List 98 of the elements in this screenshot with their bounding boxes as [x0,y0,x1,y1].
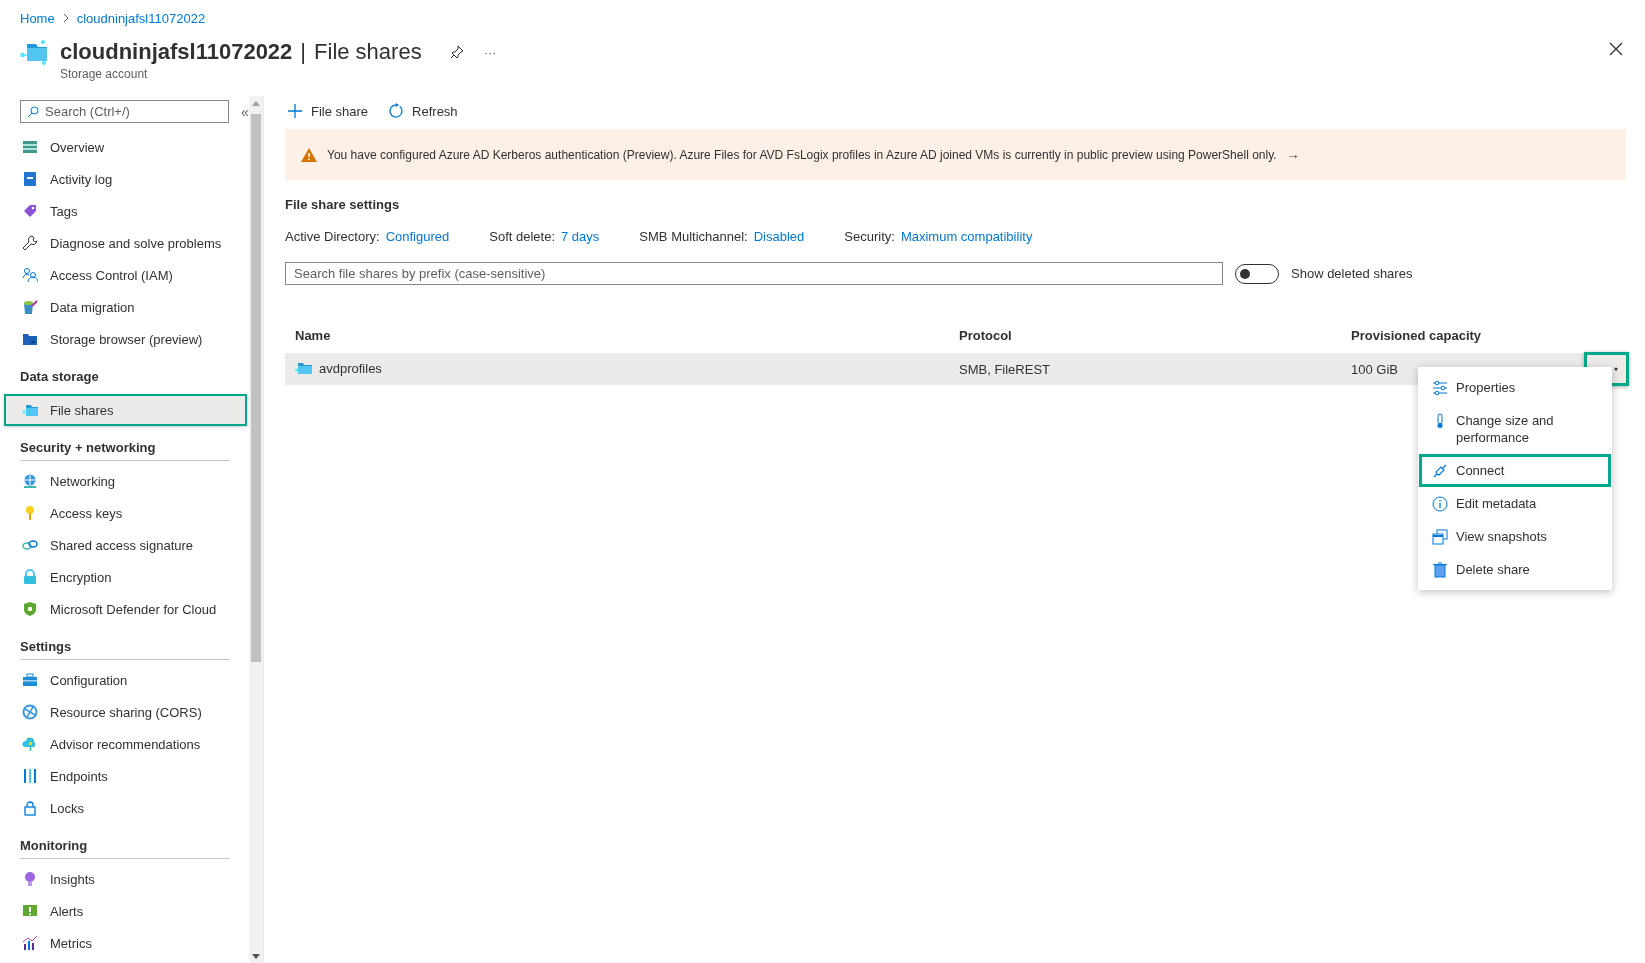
nav-item[interactable]: Locks [4,792,248,824]
log-icon [22,171,38,187]
warning-icon [301,147,317,162]
scroll-down-icon[interactable] [252,953,260,959]
nav-item[interactable]: Resource sharing (CORS) [4,696,248,728]
nav-item[interactable]: Networking [4,465,248,497]
sliders-icon [1432,380,1448,396]
section-heading: Security + networking [20,440,230,461]
file-share-icon [22,402,38,418]
nav-item[interactable]: Tags [4,195,248,227]
nav-item[interactable]: Activity log [4,163,248,195]
plus-icon [287,103,303,119]
pin-icon[interactable] [449,45,464,59]
nav-item[interactable]: Overview [4,131,248,163]
setting-label: Active Directory: [285,229,380,244]
section-heading: Data storage [20,369,99,384]
filter-field[interactable]: Search file shares by prefix (case-sensitive) [285,262,1223,285]
resource-name: cloudninjafsl11072022 [60,38,293,66]
search-field[interactable]: Search (Ctrl+/) [20,100,229,123]
menu-item[interactable]: Connect [1419,454,1611,487]
nav-item[interactable]: Insights [4,863,248,895]
nav-item[interactable]: Storage browser (preview) [4,323,248,355]
setting-link[interactable]: Maximum compatibility [900,229,1033,244]
share-name-link[interactable]: avdprofiles [319,360,382,376]
nav-item[interactable]: Data migration [4,291,248,323]
nav-item[interactable]: Access keys [4,497,248,529]
globe-icon [22,473,38,489]
breadcrumb-link[interactable]: cloudninjafsl11072022 [76,10,206,26]
nav-item[interactable]: Metrics [4,927,248,959]
chevron-right-icon [62,13,69,23]
link-icon [22,537,38,553]
wrench-icon [22,235,38,251]
close-icon[interactable] [1609,42,1623,56]
menu-item[interactable]: View snapshots [1419,520,1611,553]
setting-link[interactable]: 7 days [561,229,600,244]
breadcrumb-link[interactable]: Home [20,10,55,26]
nav-item[interactable]: Endpoints [4,760,248,792]
more-icon [1614,366,1618,371]
more-button[interactable]: ··· [483,44,497,60]
setting-label: SMB Multichannel: [639,229,748,244]
nav-item[interactable]: Microsoft Defender for Cloud [4,593,248,625]
menu-item[interactable]: Edit metadata [1419,487,1611,520]
column-header[interactable]: Provisioned capacity [1351,328,1482,344]
tag-icon [22,203,38,219]
folder-icon [22,331,38,347]
plug-icon [1432,463,1448,479]
table-cell: SMB, FileREST [959,361,1050,377]
scrollbar[interactable] [249,96,263,963]
padlock-icon [22,800,38,816]
shield-icon [22,601,38,617]
page-title: File shares [314,38,422,66]
table-cell: 100 GiB [1351,361,1398,377]
nav-item[interactable]: Diagnose and solve problems [4,227,248,259]
overview-icon [22,139,38,155]
people-icon [22,267,38,283]
setting-label: Security: [844,229,895,244]
title-separator: | [300,38,307,66]
info-icon [1432,496,1448,512]
bars-icon [22,768,38,784]
collapse-button[interactable]: « [241,103,249,120]
alert-icon [22,903,38,919]
section-heading: Settings [20,639,230,660]
nav-item[interactable]: Access Control (IAM) [4,259,248,291]
setting-link[interactable]: Disabled [753,229,805,244]
menu-item[interactable]: Change size and performance [1419,404,1611,454]
menu-item[interactable]: Delete share [1419,553,1611,586]
menu-item[interactable]: Properties [1419,371,1611,404]
arrow-link[interactable]: → [1286,147,1300,162]
lightbulb-icon [22,871,38,887]
toolbar-button[interactable]: File share [285,103,371,119]
chart-icon [22,935,38,951]
lock-icon [22,569,38,585]
nav-item[interactable]: Advisor recommendations [4,728,248,760]
column-header[interactable]: Protocol [959,328,1012,344]
toggle-label: Show deleted shares [1291,266,1413,281]
cloud-icon [22,736,38,752]
storage-account-icon [20,38,50,66]
sync-icon [22,704,38,720]
nav-item[interactable]: File shares [4,394,248,426]
resource-type: Storage account [60,67,149,81]
refresh-icon [388,103,405,119]
setting-label: Soft delete: [489,229,556,244]
nav-item[interactable]: Shared access signature [4,529,248,561]
setting-link[interactable]: Configured [385,229,450,244]
nav-item[interactable]: Alerts [4,895,248,927]
file-share-icon [295,361,313,375]
bucket-icon [22,299,38,315]
windows-icon [1432,529,1448,545]
section-title: File share settings [285,197,401,213]
section-heading: Monitoring [20,838,230,859]
nav-item[interactable]: Configuration [4,664,248,696]
toolbox-icon [22,672,38,688]
toolbar-button[interactable]: Refresh [386,103,460,119]
column-header[interactable]: Name [295,328,331,344]
search-icon [27,105,39,118]
trash-icon [1432,562,1448,578]
nav-item[interactable]: Encryption [4,561,248,593]
banner-message: You have configured Azure AD Kerberos authentication (Preview). Azure Files for AVD FsLogix profiles in Azure AD joined VMs is currently in public preview using PowerShell only. [327,147,1277,162]
